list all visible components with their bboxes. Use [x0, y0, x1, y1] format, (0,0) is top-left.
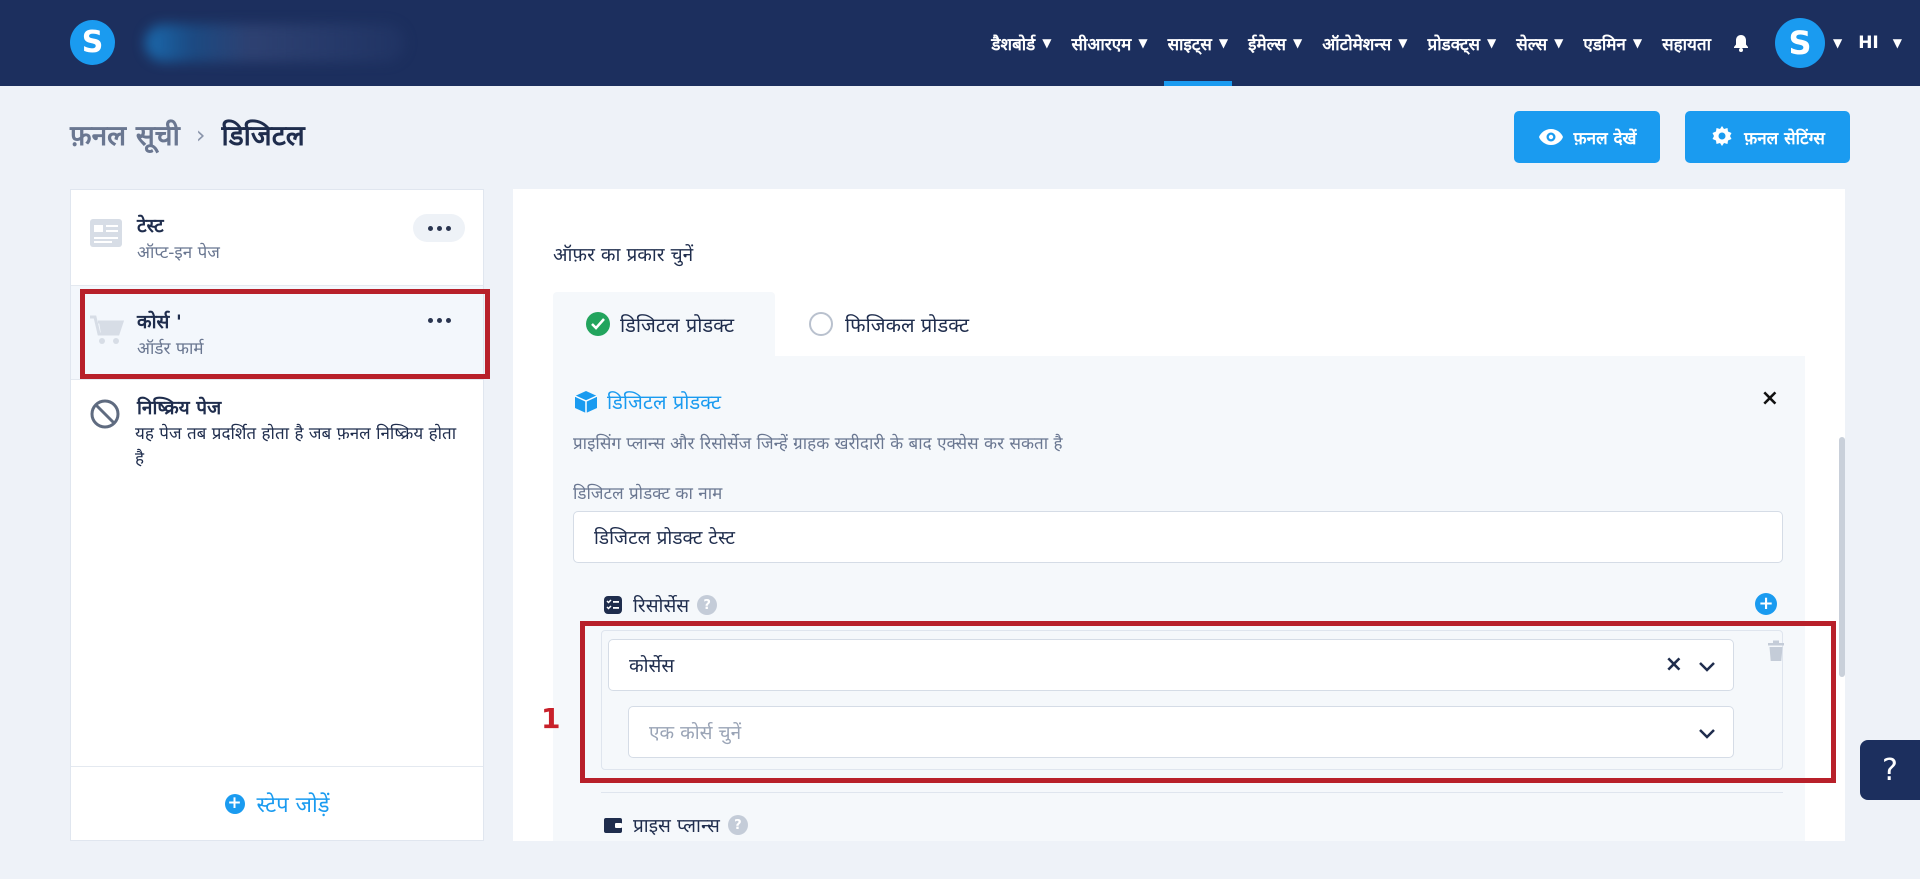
step-description: यह पेज तब प्रदर्शित होता है जब फ़नल निष्…	[135, 424, 457, 469]
box-icon	[574, 390, 598, 413]
section-divider	[601, 792, 1783, 793]
funnel-settings-button[interactable]: फ़नल सेटिंग्स	[1685, 111, 1850, 163]
chevron-down-icon[interactable]: ▼	[1833, 36, 1842, 50]
nav-item-emails[interactable]: ईमेल्स ▼	[1238, 0, 1312, 86]
price-plans-heading: प्राइस प्लान्स ?	[603, 812, 748, 838]
close-icon[interactable]: ×	[1761, 386, 1779, 411]
top-navbar: S डैशबोर्ड ▼ सीआरएम ▼ साइट्स ▼ ईमेल्स ▼ ऑटोम…	[0, 0, 1920, 86]
clear-icon[interactable]: ×	[1665, 652, 1683, 677]
chevron-down-icon[interactable]: ▼	[1893, 36, 1902, 50]
scrollbar[interactable]	[1839, 437, 1845, 677]
step-item-test[interactable]: टेस्ट ऑप्ट-इन पेज	[71, 190, 483, 286]
step-settings-panel: ऑफ़र का प्रकार चुनें डिजिटल प्रोडक्ट फिज…	[513, 189, 1845, 841]
funnel-steps-panel: टेस्ट ऑप्ट-इन पेज कोर्स ' ऑर्डर फार्म नि…	[70, 189, 484, 841]
step-title: कोर्स '	[137, 311, 182, 333]
step-subtitle: ऑप्ट-इन पेज	[137, 243, 220, 263]
breadcrumb-current: डिजिटल	[221, 119, 305, 152]
more-options-icon[interactable]	[413, 306, 465, 334]
chevron-down-icon: ▼	[1487, 36, 1497, 50]
app-logo[interactable]: S	[70, 20, 115, 65]
step-item-course[interactable]: कोर्स ' ऑर्डर फार्म	[71, 286, 483, 380]
language-selector[interactable]: HI	[1858, 33, 1879, 53]
nav-item-admin[interactable]: एडमिन ▼	[1573, 0, 1652, 86]
user-avatar[interactable]: S	[1774, 18, 1825, 68]
digital-product-section: डिजिटल प्रोडक्ट × प्राइसिंग प्लान्स और र…	[553, 356, 1805, 841]
cart-icon	[90, 315, 125, 344]
section-description: प्राइसिंग प्लान्स और रिसोर्सेज जिन्हें ग…	[573, 434, 1063, 454]
plus-circle-icon: +	[224, 793, 245, 814]
nav-item-crm[interactable]: सीआरएम ▼	[1062, 0, 1158, 86]
chevron-down-icon: ▼	[1398, 36, 1408, 50]
chevron-down-icon: ▼	[1138, 36, 1148, 50]
step-title: टेस्ट	[137, 215, 164, 237]
breadcrumb: फ़नल सूची › डिजिटल	[70, 116, 305, 154]
gear-icon	[1712, 126, 1732, 146]
disabled-icon	[90, 399, 120, 429]
checklist-icon	[604, 596, 622, 614]
step-item-inactive-page[interactable]: निष्क्रिय पेज यह पेज तब प्रदर्शित होता ह…	[71, 380, 483, 500]
help-widget-button[interactable]: ?	[1860, 740, 1920, 800]
step-title: निष्क्रिय पेज	[137, 397, 222, 419]
offer-type-label: ऑफ़र का प्रकार चुनें	[553, 244, 694, 266]
section-title: डिजिटल प्रोडक्ट	[573, 388, 721, 415]
eye-icon	[1538, 129, 1563, 145]
check-circle-icon	[586, 312, 610, 336]
radio-circle-icon	[809, 312, 833, 336]
help-icon[interactable]: ?	[697, 595, 718, 615]
main-menu: डैशबोर्ड ▼ सीआरएम ▼ साइट्स ▼ ईमेल्स ▼ ऑटोमेश…	[981, 0, 1920, 86]
more-options-icon[interactable]	[413, 214, 465, 242]
optin-page-icon	[90, 219, 122, 247]
view-funnel-button[interactable]: फ़नल देखें	[1514, 111, 1660, 163]
help-icon[interactable]: ?	[727, 815, 748, 835]
product-name-input[interactable]: डिजिटल प्रोडक्ट टेस्ट	[573, 511, 1783, 563]
product-name-label: डिजिटल प्रोडक्ट का नाम	[573, 484, 723, 504]
annotation-number: 1	[541, 702, 561, 735]
bell-icon[interactable]	[1731, 33, 1751, 53]
course-select[interactable]: एक कोर्स चुनें	[628, 706, 1734, 758]
breadcrumb-root[interactable]: फ़नल सूची	[70, 116, 180, 154]
resource-type-select[interactable]: कोर्सेस ×	[608, 639, 1734, 691]
nav-item-dashboard[interactable]: डैशबोर्ड ▼	[981, 0, 1061, 86]
blurred-account-name	[145, 24, 405, 62]
trash-icon[interactable]	[1767, 640, 1785, 662]
nav-item-sales[interactable]: सेल्स ▼	[1506, 0, 1573, 86]
breadcrumb-separator: ›	[195, 121, 206, 149]
nav-item-sites[interactable]: साइट्स ▼	[1158, 0, 1239, 86]
chevron-down-icon: ▼	[1293, 36, 1303, 50]
tab-digital-product[interactable]: डिजिटल प्रोडक्ट	[553, 292, 775, 356]
nav-item-help[interactable]: सहायता	[1652, 0, 1721, 86]
chevron-down-icon: ▼	[1218, 36, 1229, 50]
nav-item-products[interactable]: प्रोडक्ट्स ▼	[1418, 0, 1507, 86]
resources-heading: रिसोर्सेस ?	[603, 592, 718, 618]
wallet-icon	[604, 818, 622, 833]
step-subtitle: ऑर्डर फार्म	[137, 339, 204, 359]
chevron-down-icon[interactable]	[1697, 656, 1717, 676]
chevron-down-icon: ▼	[1554, 36, 1564, 50]
nav-item-automations[interactable]: ऑटोमेशन्स ▼	[1312, 0, 1417, 86]
chevron-down-icon[interactable]	[1697, 723, 1717, 743]
add-step-button[interactable]: + स्टेप जोड़ें	[71, 766, 483, 840]
chevron-down-icon: ▼	[1042, 36, 1052, 50]
chevron-down-icon: ▼	[1632, 36, 1643, 50]
add-resource-icon[interactable]: +	[1755, 593, 1777, 615]
tab-physical-product[interactable]: फिजिकल प्रोडक्ट	[809, 292, 1009, 356]
